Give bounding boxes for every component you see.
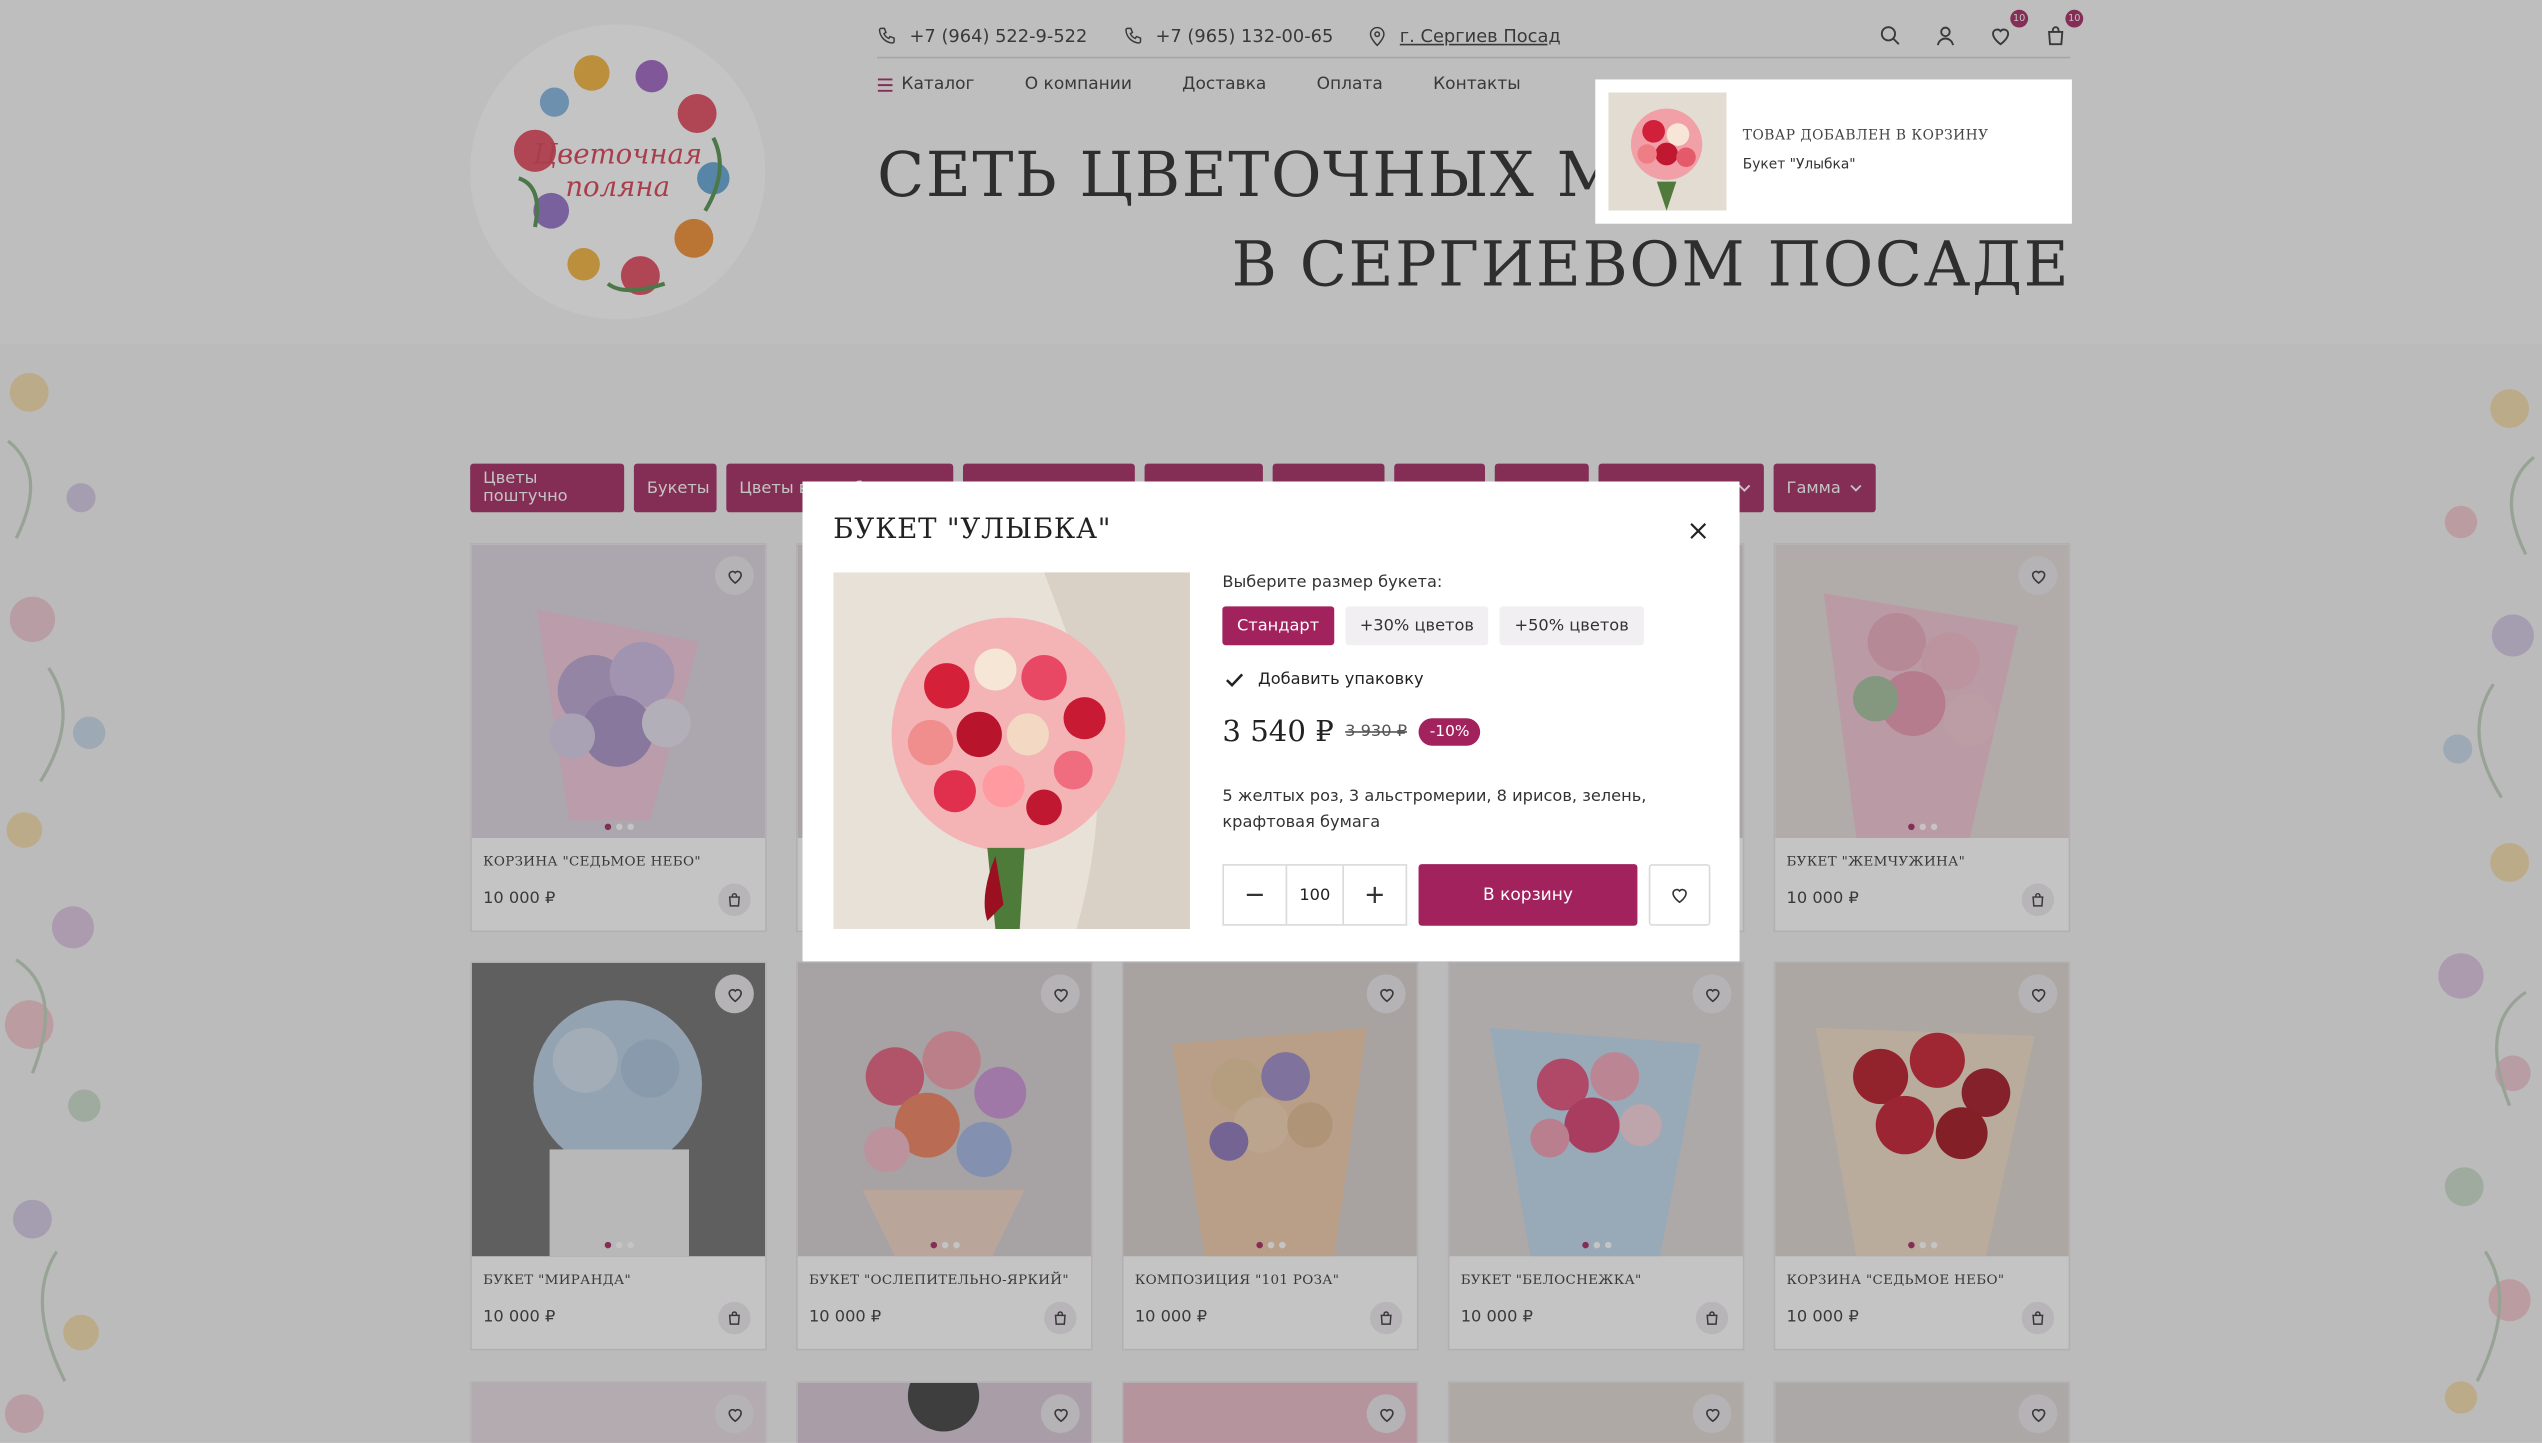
current-price: 3 540 ₽	[1222, 714, 1334, 749]
packaging-label: Добавить упаковку	[1258, 671, 1424, 690]
product-description: 5 желтых роз, 3 альстромерии, 8 ирисов, …	[1222, 787, 1647, 832]
heart-icon	[1672, 888, 1687, 904]
size-label: Выберите размер букета:	[1222, 573, 1443, 592]
size-options: Стандарт +30% цветов +50% цветов	[1222, 606, 1644, 646]
modal-product-photo[interactable]	[833, 572, 1190, 929]
close-button[interactable]	[1684, 517, 1710, 543]
price-block: 3 540 ₽ 3 930 ₽ -10%	[1222, 714, 1481, 749]
add-to-cart-button[interactable]: В корзину	[1418, 864, 1638, 926]
size-option-plus30[interactable]: +30% цветов	[1345, 606, 1489, 646]
size-option-standard[interactable]: Стандарт	[1222, 606, 1334, 646]
size-option-plus50[interactable]: +50% цветов	[1499, 606, 1644, 646]
added-to-cart-toast: ТОВАР ДОБАВЛЕН В КОРЗИНУ Букет "Улыбка"	[1595, 79, 2072, 224]
minus-icon	[1246, 893, 1263, 897]
old-price: 3 930 ₽	[1345, 723, 1408, 741]
bouquet-smile-image	[833, 572, 1190, 929]
toast-product-name: Букет "Улыбка"	[1742, 157, 1856, 174]
decrease-quantity-button[interactable]	[1224, 866, 1286, 924]
bouquet-smile-thumbnail	[1608, 92, 1727, 211]
increase-quantity-button[interactable]	[1344, 866, 1406, 924]
quantity-stepper: 100	[1222, 864, 1408, 926]
plus-icon	[1366, 886, 1383, 904]
packaging-checkbox[interactable]: Добавить упаковку	[1222, 668, 1424, 692]
quantity-input[interactable]: 100	[1285, 865, 1344, 925]
checkmark-icon[interactable]	[1222, 668, 1246, 692]
add-to-wishlist-button[interactable]	[1648, 864, 1711, 926]
product-quickview-modal: БУКЕТ "УЛЫБКА" Выберите размер букета: С…	[802, 481, 1740, 962]
toast-product-photo	[1608, 92, 1727, 211]
close-icon	[1689, 522, 1706, 539]
toast-title: ТОВАР ДОБАВЛЕН В КОРЗИНУ	[1742, 128, 1989, 145]
modal-title: БУКЕТ "УЛЫБКА"	[833, 513, 1112, 547]
discount-badge: -10%	[1418, 718, 1481, 746]
